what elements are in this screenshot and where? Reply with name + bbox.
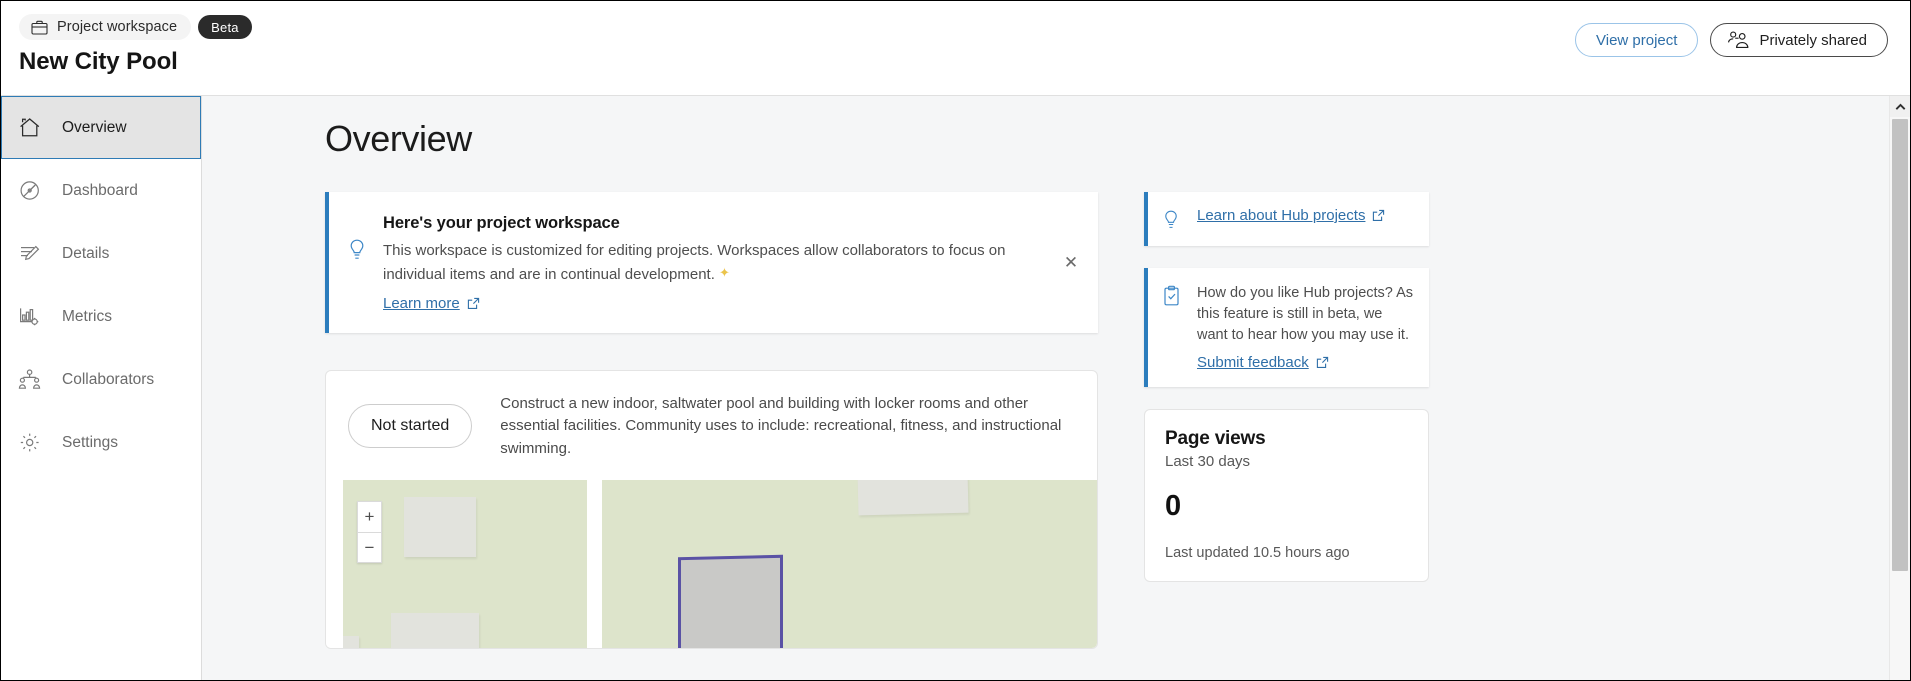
external-link-icon: [1316, 356, 1329, 369]
external-link-icon: [467, 297, 480, 310]
group-users-icon: [1727, 31, 1749, 49]
page-views-value: 0: [1165, 490, 1182, 523]
people-network-icon: [18, 368, 42, 392]
content-columns: Here's your project workspace This works…: [325, 192, 1910, 650]
submit-feedback-label: Submit feedback: [1197, 354, 1309, 372]
map-building: [857, 480, 969, 516]
page-views-updated: Last updated 10.5 hours ago: [1165, 545, 1350, 562]
secondary-column: Learn about Hub projects How do you like…: [1144, 192, 1429, 583]
project-summary-card: Not started Construct a new indoor, salt…: [325, 369, 1098, 650]
primary-column: Here's your project workspace This works…: [325, 192, 1098, 650]
page-views-card: Page views Last 30 days 0 Last updated 1…: [1144, 409, 1429, 583]
plus-icon[interactable]: +: [358, 502, 381, 532]
sidebar-item-label: Dashboard: [62, 181, 138, 199]
sidebar-item-label: Details: [62, 244, 110, 262]
gauge-icon: [18, 179, 42, 203]
external-link-icon: [1372, 209, 1385, 222]
map-building: [391, 613, 479, 649]
app-window: Project workspace Beta New City Pool Vie…: [0, 0, 1911, 681]
status-badge[interactable]: Not started: [348, 404, 473, 449]
vertical-scrollbar[interactable]: [1889, 96, 1910, 680]
sidebar-item-metrics[interactable]: Metrics: [1, 285, 201, 348]
learn-more-label: Learn more: [383, 294, 460, 312]
map-pane-left[interactable]: + −: [343, 480, 587, 649]
project-description: Construct a new indoor, saltwater pool a…: [500, 394, 1062, 457]
sidebar-item-details[interactable]: Details: [1, 222, 201, 285]
main-content: Overview Here's your project workspace T…: [202, 96, 1910, 680]
notice-body: Here's your project workspace This works…: [383, 212, 1082, 313]
privately-shared-label: Privately shared: [1759, 31, 1867, 49]
map-zoom-controls: + −: [357, 501, 382, 564]
map-building: [404, 497, 476, 558]
feedback-text: How do you like Hub projects? As this fe…: [1197, 285, 1413, 344]
minus-icon[interactable]: −: [358, 532, 381, 562]
map-parcel-polygon[interactable]: [678, 554, 783, 649]
page-title: Overview: [325, 118, 472, 159]
sparkle-icon: ✦: [719, 264, 730, 280]
home-icon: [18, 116, 42, 140]
workspace-badge-label: Project workspace: [57, 19, 178, 35]
sidebar-nav: Overview Dashboard Details Metrics Colla…: [1, 96, 202, 680]
learn-more-link[interactable]: Learn more: [383, 295, 480, 312]
notice-text-wrap: This workspace is customized for editing…: [383, 240, 1043, 287]
chevron-up-icon[interactable]: [1890, 96, 1910, 117]
learn-about-hub-projects-link[interactable]: Learn about Hub projects: [1197, 207, 1385, 224]
clipboard-check-icon: [1162, 285, 1184, 307]
sidebar-item-collaborators[interactable]: Collaborators: [1, 348, 201, 411]
notice-text: This workspace is customized for editing…: [383, 242, 1006, 283]
close-icon[interactable]: ✕: [1060, 251, 1082, 273]
header-actions: View project Privately shared: [1575, 23, 1888, 57]
sidebar-item-dashboard[interactable]: Dashboard: [1, 159, 201, 222]
app-body: Overview Dashboard Details Metrics Colla…: [1, 96, 1910, 680]
lightbulb-icon: [347, 238, 371, 262]
view-project-button[interactable]: View project: [1575, 23, 1699, 57]
scrollbar-thumb[interactable]: [1892, 119, 1908, 571]
view-project-label: View project: [1596, 31, 1678, 49]
workspace-badge[interactable]: Project workspace: [19, 14, 192, 40]
sidebar-item-label: Collaborators: [62, 370, 155, 388]
sidebar-item-label: Overview: [62, 118, 127, 136]
lightbulb-icon: [1162, 209, 1184, 231]
sidebar-item-settings[interactable]: Settings: [1, 411, 201, 474]
project-card-header: Not started Construct a new indoor, salt…: [326, 371, 1097, 481]
learn-about-hub-projects-label: Learn about Hub projects: [1197, 207, 1366, 224]
sidebar-item-label: Settings: [62, 433, 119, 451]
submit-feedback-link[interactable]: Submit feedback: [1197, 354, 1329, 371]
header-left: Project workspace Beta New City Pool: [19, 14, 252, 76]
privately-shared-button[interactable]: Privately shared: [1710, 23, 1888, 57]
map-pane-right[interactable]: [602, 480, 1097, 649]
gear-icon: [18, 431, 42, 455]
page-views-subtitle: Last 30 days: [1165, 453, 1251, 471]
learn-hub-projects-card: Learn about Hub projects: [1144, 192, 1429, 246]
project-map[interactable]: + −: [326, 480, 1097, 649]
main-inner: Overview Here's your project workspace T…: [202, 118, 1910, 650]
briefcase-icon: [31, 20, 48, 35]
beta-badge: Beta: [198, 15, 252, 39]
bar-chart-gear-icon: [18, 305, 42, 329]
app-header: Project workspace Beta New City Pool Vie…: [1, 1, 1910, 96]
workspace-badge-row: Project workspace Beta: [19, 14, 252, 40]
edit-lines-icon: [18, 242, 42, 266]
page-views-title: Page views: [1165, 428, 1266, 450]
sidebar-item-label: Metrics: [62, 307, 112, 325]
feedback-card: How do you like Hub projects? As this fe…: [1144, 268, 1429, 388]
feedback-body: How do you like Hub projects? As this fe…: [1197, 283, 1415, 372]
map-building: [343, 636, 359, 649]
page-project-title: New City Pool: [19, 48, 178, 75]
workspace-notice-card: Here's your project workspace This works…: [325, 192, 1098, 333]
notice-title: Here's your project workspace: [383, 214, 620, 232]
sidebar-item-overview[interactable]: Overview: [1, 96, 201, 159]
